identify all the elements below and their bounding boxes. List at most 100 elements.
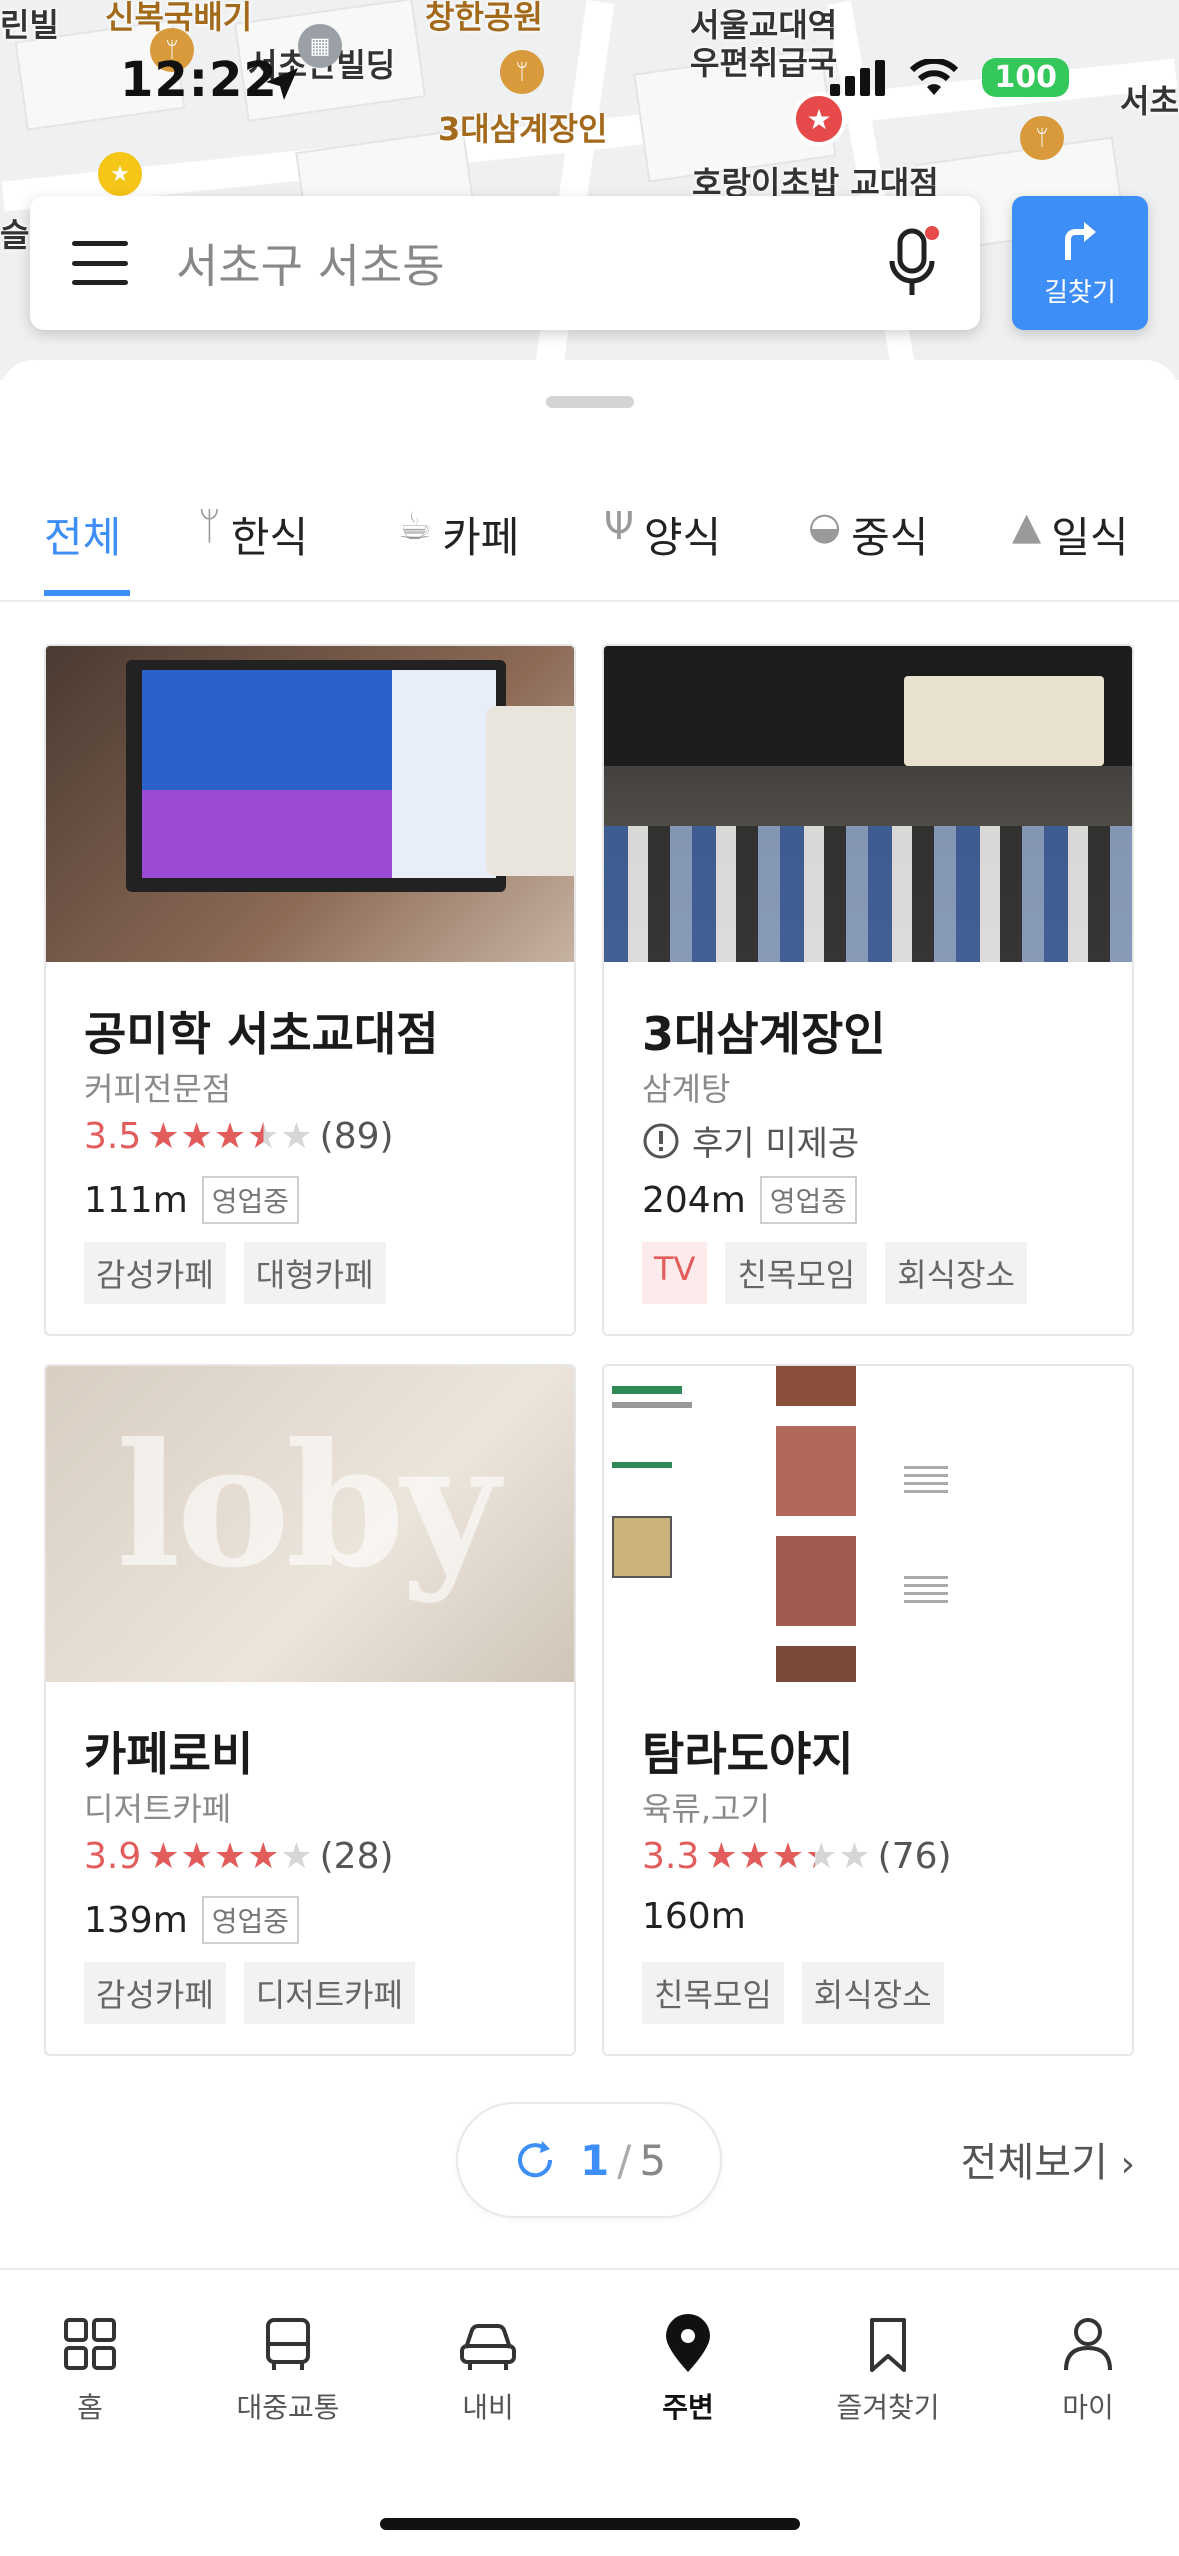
review-count: (76) (877, 1836, 952, 1877)
location-pin-icon (666, 2314, 710, 2372)
search-input[interactable]: 서초구 서초동 (176, 230, 884, 296)
tab-western[interactable]: Ψ 양식 (604, 490, 721, 602)
meat-photo (776, 1536, 856, 1626)
star-rating-icon: ★★★★★ (705, 1836, 872, 1877)
tab-japanese[interactable]: ▲ 일식 (1012, 490, 1129, 602)
place-distance: 111m 영업중 (84, 1176, 300, 1224)
no-review-text: 후기 미제공 (692, 1124, 860, 1164)
place-tags: 감성카페 대형카페 (84, 1242, 386, 1304)
map-view[interactable]: 린빌 신복국배기 창한공원 서울교대역 우편취급국 서초안빌딩 3대삼계장인 호… (0, 0, 1179, 380)
tab-cafe[interactable]: ☕ 카페 (398, 490, 519, 602)
restaurant-pin-icon[interactable]: ᛘ (1020, 116, 1064, 160)
building-pin-icon[interactable]: ▦ (298, 24, 342, 68)
place-card[interactable]: 공미학 서초교대점 커피전문점 3.5 ★★★★★ (89) 111m 영업중 … (44, 644, 576, 1336)
tab-label: 양식 (643, 513, 722, 562)
place-card[interactable]: 탐라도야지 육류,고기 3.3 ★★★★★ (76) 160m 친목모임 회식장… (602, 1364, 1134, 2056)
home-indicator[interactable] (380, 2518, 800, 2530)
directions-button[interactable]: 길찾기 (1012, 196, 1148, 330)
tab-all[interactable]: 전체 (44, 490, 121, 602)
distance-value: 160m (642, 1896, 746, 1937)
nav-home[interactable]: 홈 (0, 2314, 180, 2426)
crowd (604, 826, 1132, 962)
search-bar[interactable]: 서초구 서초동 (30, 196, 980, 330)
tab-label: 전체 (44, 513, 122, 562)
place-tag: 디저트카페 (243, 1962, 415, 2024)
nav-label: 마이 (1062, 2391, 1114, 2424)
turn-right-arrow-icon (1065, 221, 1096, 260)
place-category: 삼계탕 (642, 1070, 731, 1108)
view-all-link[interactable]: 전체보기 › (961, 2130, 1135, 2188)
place-tag: 회식장소 (885, 1242, 1027, 1304)
bottom-navigation: 홈 대중교통 내비 주변 즐겨찾기 마이 (0, 2268, 1179, 2556)
pager-total: 5 (639, 2135, 667, 2185)
menu-header-line (612, 1386, 682, 1394)
spoon-icon: ᛘ (198, 504, 221, 548)
pager-current: 1 (579, 2135, 610, 2185)
coffee-machine (486, 706, 574, 876)
hamburger-menu-icon[interactable] (72, 241, 128, 285)
nav-my[interactable]: 마이 (998, 2314, 1178, 2426)
tab-korean[interactable]: ᛘ 한식 (198, 490, 308, 602)
pos-screen-purple (142, 790, 392, 878)
place-rating: 3.9 ★★★★★ (28) (84, 1836, 394, 1877)
location-arrow-icon (266, 68, 298, 100)
refresh-icon (517, 2141, 552, 2178)
review-count: (28) (319, 1836, 394, 1877)
microphone-icon[interactable] (884, 225, 940, 301)
nav-label: 홈 (77, 2391, 103, 2424)
nav-favorites[interactable]: 즐겨찾기 (798, 2314, 978, 2426)
review-count: (89) (319, 1116, 394, 1157)
pager-separator: / (617, 2135, 632, 2185)
place-tag: 친목모임 (642, 1962, 784, 2024)
nav-transit[interactable]: 대중교통 (198, 2314, 378, 2426)
place-card[interactable]: loby 카페로비 디저트카페 3.9 ★★★★★ (28) 139m 영업중 … (44, 1364, 576, 2056)
distance-value: 139m (84, 1899, 188, 1941)
qr-code-icon (612, 1516, 672, 1578)
nav-nearby[interactable]: 주변 (598, 2314, 778, 2426)
wifi-icon (910, 58, 959, 95)
sheet-drag-handle[interactable] (546, 396, 634, 408)
star-rating-icon: ★★★★★ (147, 1836, 314, 1877)
place-card[interactable]: 3대삼계장인 삼계탕 후기 미제공 204m 영업중 TV 친목모임 회식장소 (602, 644, 1134, 1336)
pos-screen-blue (142, 670, 392, 790)
place-tag: 감성카페 (84, 1242, 226, 1304)
place-name: 탐라도야지 (642, 1727, 854, 1781)
place-tags: 친목모임 회식장소 (642, 1962, 944, 2024)
refresh-pager-button[interactable]: 1 / 5 (456, 2102, 722, 2218)
favorite-star-pin-icon[interactable]: ★ (792, 92, 846, 146)
place-distance: 160m (642, 1896, 746, 1937)
nav-label: 내비 (462, 2391, 514, 2424)
meat-photo (776, 1646, 856, 1682)
place-name: 3대삼계장인 (642, 1007, 886, 1061)
restaurant-pin-icon[interactable]: ᛘ (500, 50, 544, 94)
rating-value: 3.5 (84, 1116, 142, 1157)
distance-value: 204m (642, 1179, 746, 1221)
place-review-status: 후기 미제공 (642, 1116, 859, 1165)
nav-label: 대중교통 (236, 2391, 340, 2424)
tab-chinese[interactable]: ◒ 중식 (808, 490, 928, 602)
category-tabs: 전체 ᛘ 한식 ☕ 카페 Ψ 양식 ◒ 중식 ▲ 일식 (0, 490, 1179, 602)
info-alert-icon (643, 1123, 679, 1158)
directions-label: 길찾기 (1044, 277, 1116, 308)
place-tag: 감성카페 (84, 1962, 226, 2024)
map-label: 창한공원 (425, 0, 543, 36)
star-pin-icon[interactable]: ★ (98, 152, 142, 196)
tab-label: 일식 (1051, 513, 1129, 562)
menu-text-block (904, 1466, 948, 1496)
open-status-badge: 영업중 (201, 1896, 300, 1944)
menu-text-block (904, 1576, 948, 1606)
bookmark-icon (870, 2318, 906, 2372)
rating-value: 3.3 (642, 1836, 700, 1877)
nav-label: 주변 (662, 2391, 714, 2424)
view-all-label: 전체보기 (960, 2140, 1108, 2186)
map-label: 우편취급국 (690, 44, 838, 82)
place-category: 커피전문점 (84, 1070, 232, 1108)
nav-navigation[interactable]: 내비 (398, 2314, 578, 2426)
bus-icon (266, 2318, 310, 2370)
place-category: 디저트카페 (84, 1790, 232, 1828)
map-label: 3대삼계장인 (438, 110, 608, 148)
battery-indicator: 100 (982, 58, 1069, 97)
home-grid-icon (64, 2318, 116, 2370)
star-rating-icon: ★★★★★ (147, 1116, 314, 1157)
status-indicators: 100 (830, 58, 1069, 97)
